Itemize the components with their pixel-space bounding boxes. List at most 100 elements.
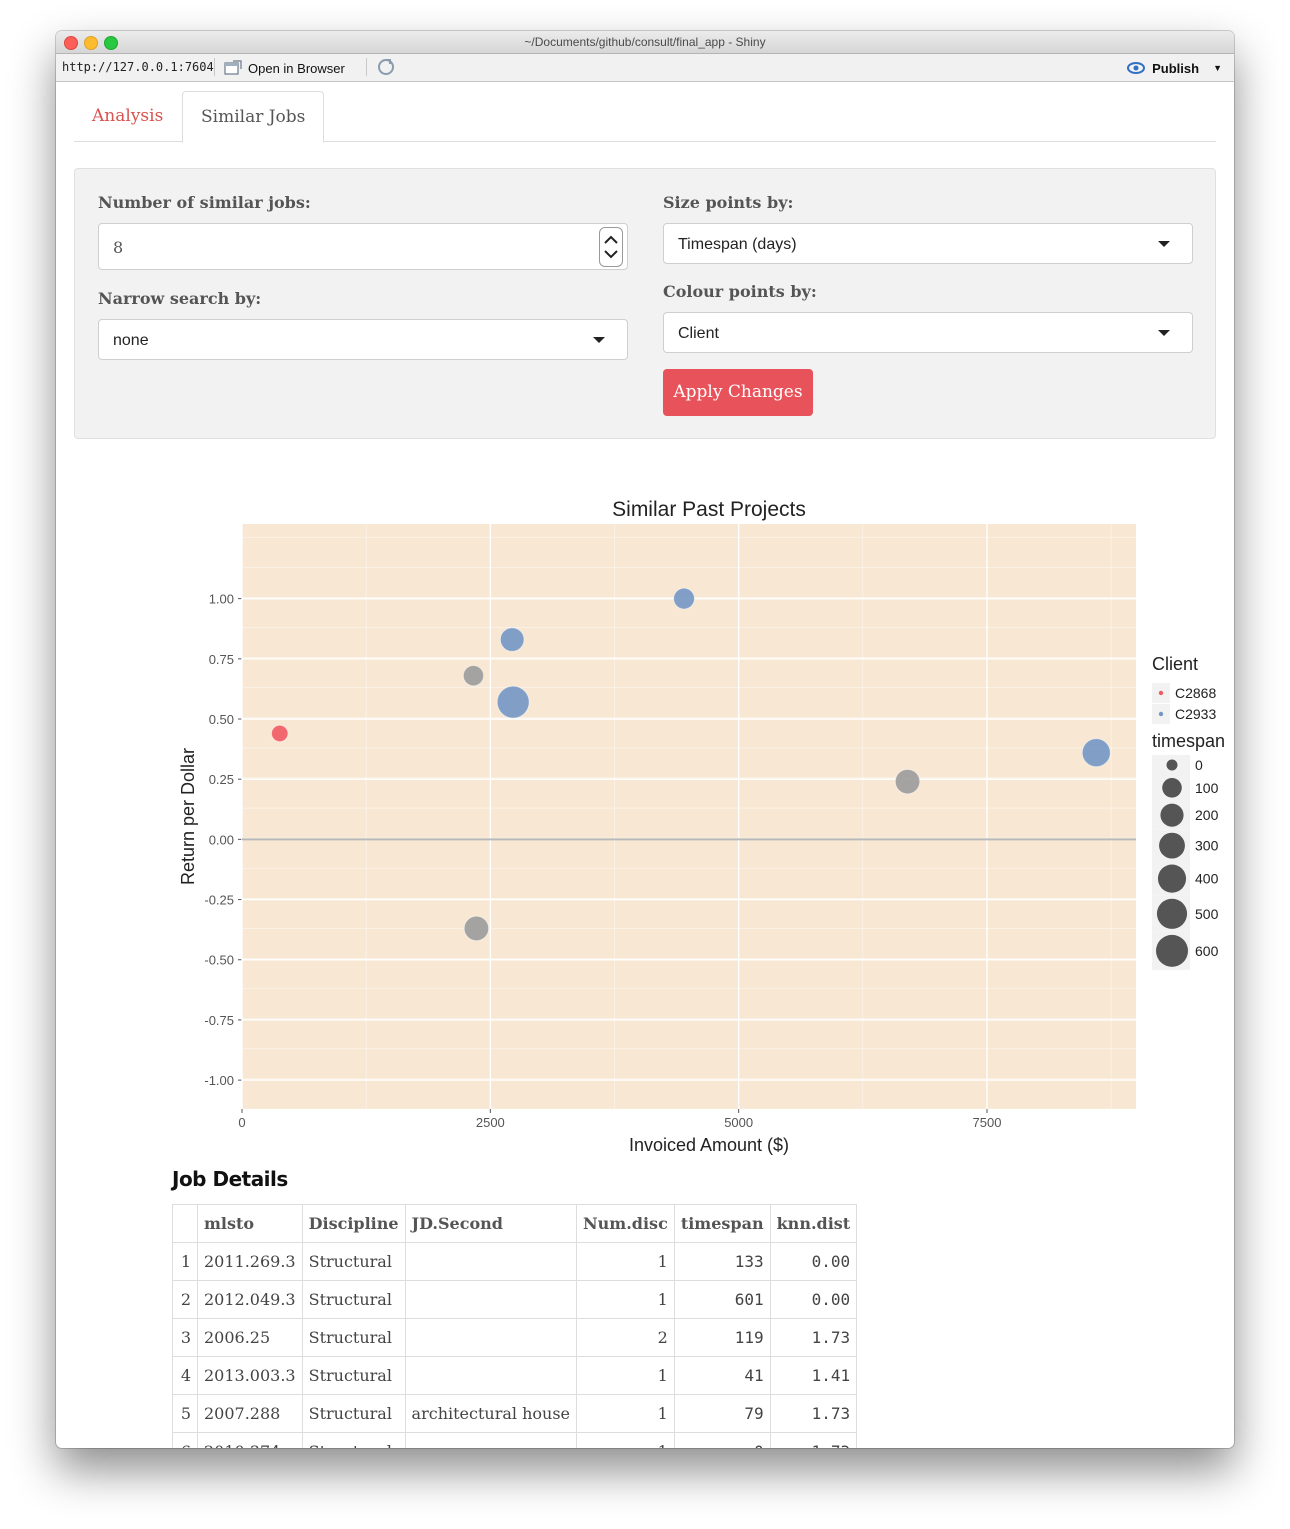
chevron-down-icon[interactable]: ▼ [1213,63,1222,73]
data-point [496,685,530,719]
table-cell: 5 [172,1394,198,1433]
x-tick-label: 0 [238,1115,245,1130]
window-title: ~/Documents/github/consult/final_app - S… [524,35,766,49]
publish-label: Publish [1152,60,1200,76]
table-cell: 2011.269.3 [197,1242,303,1281]
table-cell: Structural [301,1394,406,1433]
table-cell: 133 [673,1242,771,1281]
table-row: 62010.374Structural 101.73 [172,1432,858,1448]
legend-size-key [1166,759,1178,771]
data-point [499,627,525,652]
table-cell: 2012.049.3 [197,1280,303,1319]
table-cell: 0.00 [769,1242,858,1281]
table-row: 5 2007.288 Structural architectural house 1 7… [172,1394,858,1433]
column-header[interactable]: mlsto [197,1204,303,1243]
table-cell: 0 [673,1432,771,1448]
minimize-window-button[interactable] [84,36,98,50]
y-tick-label: -1.00 [204,1073,234,1088]
refresh-icon[interactable] [376,57,396,77]
table-cell [404,1242,578,1281]
table-cell: 0.00 [769,1280,858,1319]
table-cell [404,1356,578,1395]
table-cell: 2006.25 [197,1318,303,1357]
table-cell: 601 [673,1280,771,1319]
legend-size-label: 200 [1195,807,1219,823]
legend-client-key [1158,690,1164,696]
table-cell: 1.73 [769,1318,858,1357]
legend-size-label: 500 [1195,906,1219,922]
column-header[interactable]: Discipline [301,1204,406,1243]
table-cell: 119 [673,1318,771,1357]
legend-size-label: 600 [1195,943,1219,959]
maximize-window-button[interactable] [104,36,118,50]
table-cell: 4 [172,1356,198,1395]
y-axis-label: Return per Dollar [178,748,198,885]
column-header[interactable]: Num.disc [576,1204,675,1243]
legend-client-key [1158,711,1164,717]
table-cell: 1 [576,1280,675,1319]
publish-button[interactable]: Publish ▼ [1126,60,1222,76]
column-header[interactable]: knn.dist [769,1204,858,1243]
table-cell: 1 [576,1356,675,1395]
table-cell [404,1280,578,1319]
toolbar-divider [366,58,367,76]
table-row: 1 2011.269.3 Structural 1 133 0.00 [172,1242,858,1281]
y-tick-label: -0.25 [204,893,234,908]
y-tick-label: 0.75 [209,652,234,667]
title-bar: ~/Documents/github/consult/final_app - S… [56,31,1234,54]
legend-size-key [1159,832,1185,859]
data-point [673,587,695,610]
legend-size-key [1157,864,1187,893]
column-header[interactable] [172,1204,198,1243]
column-header[interactable]: timespan [673,1204,771,1243]
table-row: 3 2006.25 Structural 2 119 1.73 [172,1318,858,1357]
similar-projects-chart: 1.00 0.75 0.50 0.25 0.00 -0.25 -0.50 -0.75 -1.00… [178,498,1225,1155]
table-cell [404,1318,578,1357]
legend-client-label: C2868 [1175,685,1216,701]
legend-size-label: 300 [1195,838,1219,854]
y-tick-label: 0.50 [209,712,234,727]
table-cell: 3 [172,1318,198,1357]
table-cell: Structural [301,1432,406,1448]
close-window-button[interactable] [64,36,78,50]
app-content: Analysis Similar Jobs Number of similar … [56,82,1234,1448]
job-details-table: mlsto Discipline JD.Second Num.disc timespan… [172,1204,858,1448]
x-tick-label: 5000 [724,1115,753,1130]
table-cell: 2007.288 [197,1394,303,1433]
open-in-browser-button[interactable]: Open in Browser [224,60,345,76]
table-row: 4 2013.003.3 Structural 1 41 1.41 [172,1356,858,1395]
data-point [462,664,485,687]
table-cell: 1 [576,1394,675,1433]
x-tick-label: 7500 [973,1115,1002,1130]
y-tick-label: -0.75 [204,1013,234,1028]
table-cell: 2 [576,1318,675,1357]
table-cell: Structural [301,1242,406,1281]
legend-size-key [1160,803,1184,827]
column-header[interactable]: JD.Second [404,1204,578,1243]
app-window: ~/Documents/github/consult/final_app - S… [56,31,1234,1448]
x-axis-label: Invoiced Amount ($) [629,1135,789,1155]
legend-size-label: 0 [1195,757,1203,773]
table-cell: 2 [172,1280,198,1319]
x-tick-label: 2500 [476,1115,505,1130]
legend-size-key [1156,934,1188,967]
y-tick-label: 0.25 [209,772,234,787]
legend-client-title: Client [1152,654,1198,674]
table-cell: 1 [172,1242,198,1281]
y-tick-label: 0.00 [209,832,234,847]
data-point [1081,738,1111,768]
legend-client-label: C2933 [1175,706,1216,722]
table-cell: 1 [576,1242,675,1281]
table-cell: architectural house [404,1394,578,1433]
table-cell: 79 [673,1394,771,1433]
y-tick-label: -0.50 [204,953,234,968]
chart-title: Similar Past Projects [612,498,806,521]
table-cell: 1.73 [769,1394,858,1433]
publish-icon [1127,62,1146,74]
job-details-title: Job Details [172,1167,288,1191]
table-row: 2 2012.049.3 Structural 1 601 0.00 [172,1280,858,1319]
y-tick-label: 1.00 [209,592,234,607]
legend-size-label: 100 [1195,780,1219,796]
table-cell: 1 [576,1432,675,1448]
legend-size-key [1162,778,1182,798]
